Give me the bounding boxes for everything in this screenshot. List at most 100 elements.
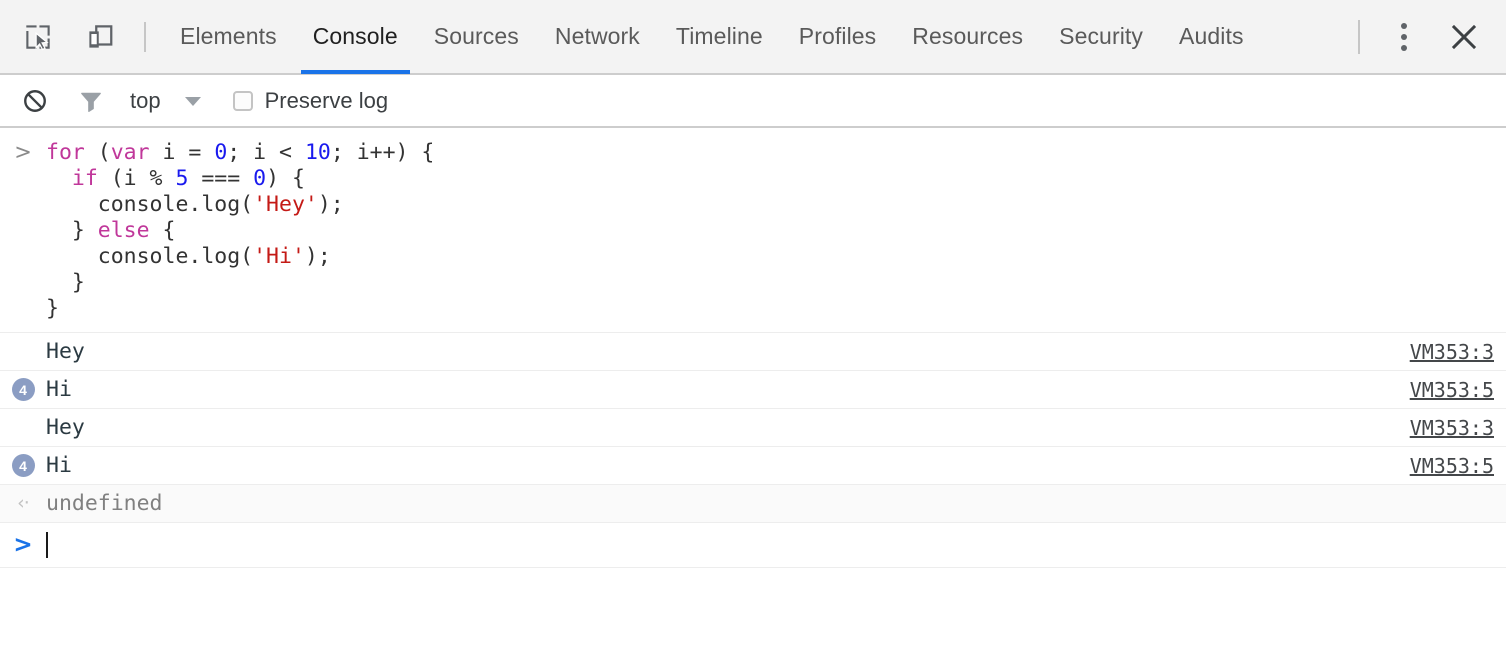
code-token-kw: else <box>97 218 150 243</box>
tab-label: Console <box>312 23 398 49</box>
code-token-plain: console.log( <box>46 192 254 217</box>
code-token-kw: var <box>110 140 150 165</box>
tab-label: Network <box>554 23 640 49</box>
code-token-plain: (i % <box>97 166 176 191</box>
clear-console-icon <box>24 89 46 112</box>
code-token-plain: { <box>149 218 176 243</box>
tab-elements[interactable]: Elements <box>162 0 295 74</box>
message-gutter: 4 <box>0 454 46 477</box>
message-text: Hi <box>46 377 72 402</box>
tab-resources[interactable]: Resources <box>894 0 1041 74</box>
result-value: undefined <box>46 491 163 516</box>
console-input-line: console.log('Hey'); <box>46 192 434 218</box>
console-input-line: for (var i = 0; i < 10; i++) { <box>46 140 434 166</box>
preserve-log-label: Preserve log <box>264 87 389 113</box>
console-message-row[interactable]: Hey VM353:3 <box>0 333 1506 371</box>
tabbar-right-divider <box>1358 19 1360 54</box>
console-input-line: } else { <box>46 218 434 244</box>
console-message-row[interactable]: 4 Hi VM353:5 <box>0 371 1506 409</box>
code-token-str: 'Hi' <box>253 244 305 269</box>
preserve-log-toggle[interactable]: Preserve log <box>232 87 389 114</box>
code-token-kw: for <box>46 140 85 165</box>
console-input-gutter: > <box>0 140 46 163</box>
inspect-element-icon <box>26 24 50 50</box>
toggle-device-toolbar-button[interactable] <box>78 15 122 59</box>
code-token-num: 0 <box>253 166 267 191</box>
tab-label: Elements <box>180 23 277 49</box>
console-filter-toolbar: top Preserve log <box>0 75 1506 128</box>
tab-label: Timeline <box>675 23 763 49</box>
execution-context-dropdown-button[interactable] <box>183 94 203 108</box>
source-location-link[interactable]: VM353:5 <box>1410 378 1494 402</box>
clear-console-button[interactable] <box>14 80 56 122</box>
code-token-plain: } <box>46 218 98 243</box>
return-value-arrow-icon: ‹· <box>17 492 30 514</box>
code-token-num: 5 <box>175 166 189 191</box>
result-gutter: ‹· <box>0 494 46 513</box>
code-token-plain: === <box>188 166 254 191</box>
console-result-row: ‹· undefined <box>0 485 1506 523</box>
repeat-count-badge: 4 <box>11 378 35 401</box>
tab-label: Security <box>1059 23 1144 49</box>
preserve-log-checkbox[interactable] <box>232 90 253 111</box>
console-empty-area <box>0 568 1506 664</box>
inspect-element-button[interactable] <box>16 15 60 59</box>
console-prompt-row[interactable]: > <box>0 523 1506 568</box>
source-location-link[interactable]: VM353:5 <box>1410 454 1494 478</box>
tab-label: Sources <box>433 23 519 49</box>
text-caret <box>46 532 48 558</box>
tab-label: Audits <box>1179 23 1244 49</box>
console-input-entry[interactable]: > for (var i = 0; i < 10; i++) { if (i %… <box>0 128 1506 333</box>
console-output-rows: Hey VM353:3 4 Hi VM353:5 Hey VM353:3 4 Hi VM353:5 <box>0 333 1506 485</box>
console-input-code: for (var i = 0; i < 10; i++) { if (i % 5… <box>46 140 434 326</box>
tab-console[interactable]: Console <box>295 0 416 74</box>
code-token-plain: ) { <box>266 166 305 191</box>
filter-button[interactable] <box>70 80 112 122</box>
more-options-icon-dot <box>1401 44 1407 51</box>
filter-funnel-icon <box>81 92 101 112</box>
code-token-plain: i = <box>149 140 215 165</box>
toggle-device-toolbar-icon <box>89 24 113 48</box>
message-text: Hey <box>46 415 85 440</box>
tab-audits[interactable]: Audits <box>1161 0 1262 74</box>
console-message-row[interactable]: Hey VM353:3 <box>0 409 1506 447</box>
tab-network[interactable]: Network <box>537 0 658 74</box>
code-token-plain: ); <box>317 192 344 217</box>
code-token-num: 0 <box>214 140 228 165</box>
more-options-button[interactable] <box>1382 15 1426 59</box>
tabbar-right-controls <box>1358 15 1506 59</box>
close-icon <box>1451 24 1477 49</box>
close-devtools-button[interactable] <box>1442 15 1486 59</box>
code-token-plain: } <box>46 296 59 321</box>
tab-label: Profiles <box>798 23 877 49</box>
code-token-plain: } <box>46 270 85 295</box>
code-token-plain: ; i < <box>227 140 305 165</box>
tab-sources[interactable]: Sources <box>416 0 537 74</box>
code-token-num: 10 <box>304 140 331 165</box>
message-text: Hi <box>46 453 72 478</box>
repeat-count-badge: 4 <box>11 454 35 477</box>
console-message-row[interactable]: 4 Hi VM353:5 <box>0 447 1506 485</box>
prompt-gutter: > <box>0 531 46 558</box>
panel-tabs: Elements Console Sources Network Timelin… <box>162 0 1262 74</box>
code-token-plain: ( <box>84 140 111 165</box>
message-gutter: 4 <box>0 378 46 401</box>
devtools-tabbar: Elements Console Sources Network Timelin… <box>0 0 1506 75</box>
code-token-plain: ; i++) { <box>330 140 435 165</box>
source-location-link[interactable]: VM353:3 <box>1410 416 1494 440</box>
tab-security[interactable]: Security <box>1041 0 1161 74</box>
source-location-link[interactable]: VM353:3 <box>1410 340 1494 364</box>
message-text: Hey <box>46 339 85 364</box>
execution-context-selector[interactable]: top <box>130 88 161 114</box>
console-message-list: > for (var i = 0; i < 10; i++) { if (i %… <box>0 128 1506 664</box>
code-token-str: 'Hey' <box>253 192 318 217</box>
tabbar-left-icons <box>0 15 122 59</box>
tab-timeline[interactable]: Timeline <box>658 0 781 74</box>
code-token-plain: ); <box>304 244 331 269</box>
tab-profiles[interactable]: Profiles <box>781 0 895 74</box>
console-input-line: console.log('Hi'); <box>46 244 434 270</box>
code-token-plain: console.log( <box>46 244 254 269</box>
prompt-chevron-icon: > <box>13 531 33 558</box>
console-input-line: } <box>46 270 434 296</box>
